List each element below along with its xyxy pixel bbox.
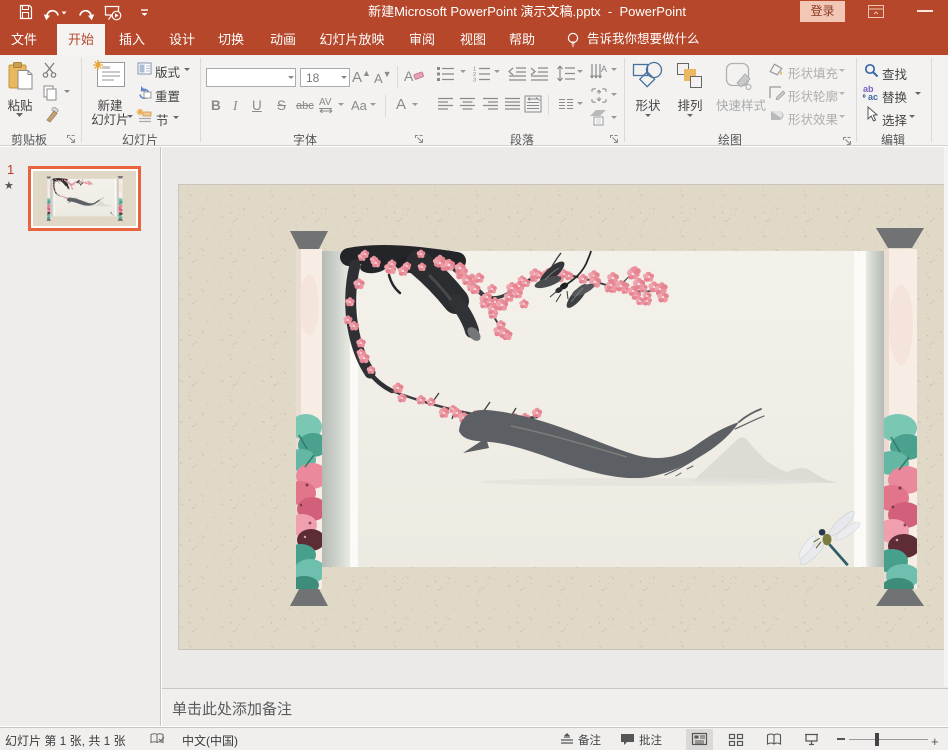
- svg-text:ac: ac: [868, 92, 878, 101]
- svg-text:A: A: [601, 64, 607, 74]
- svg-text:3: 3: [473, 78, 476, 83]
